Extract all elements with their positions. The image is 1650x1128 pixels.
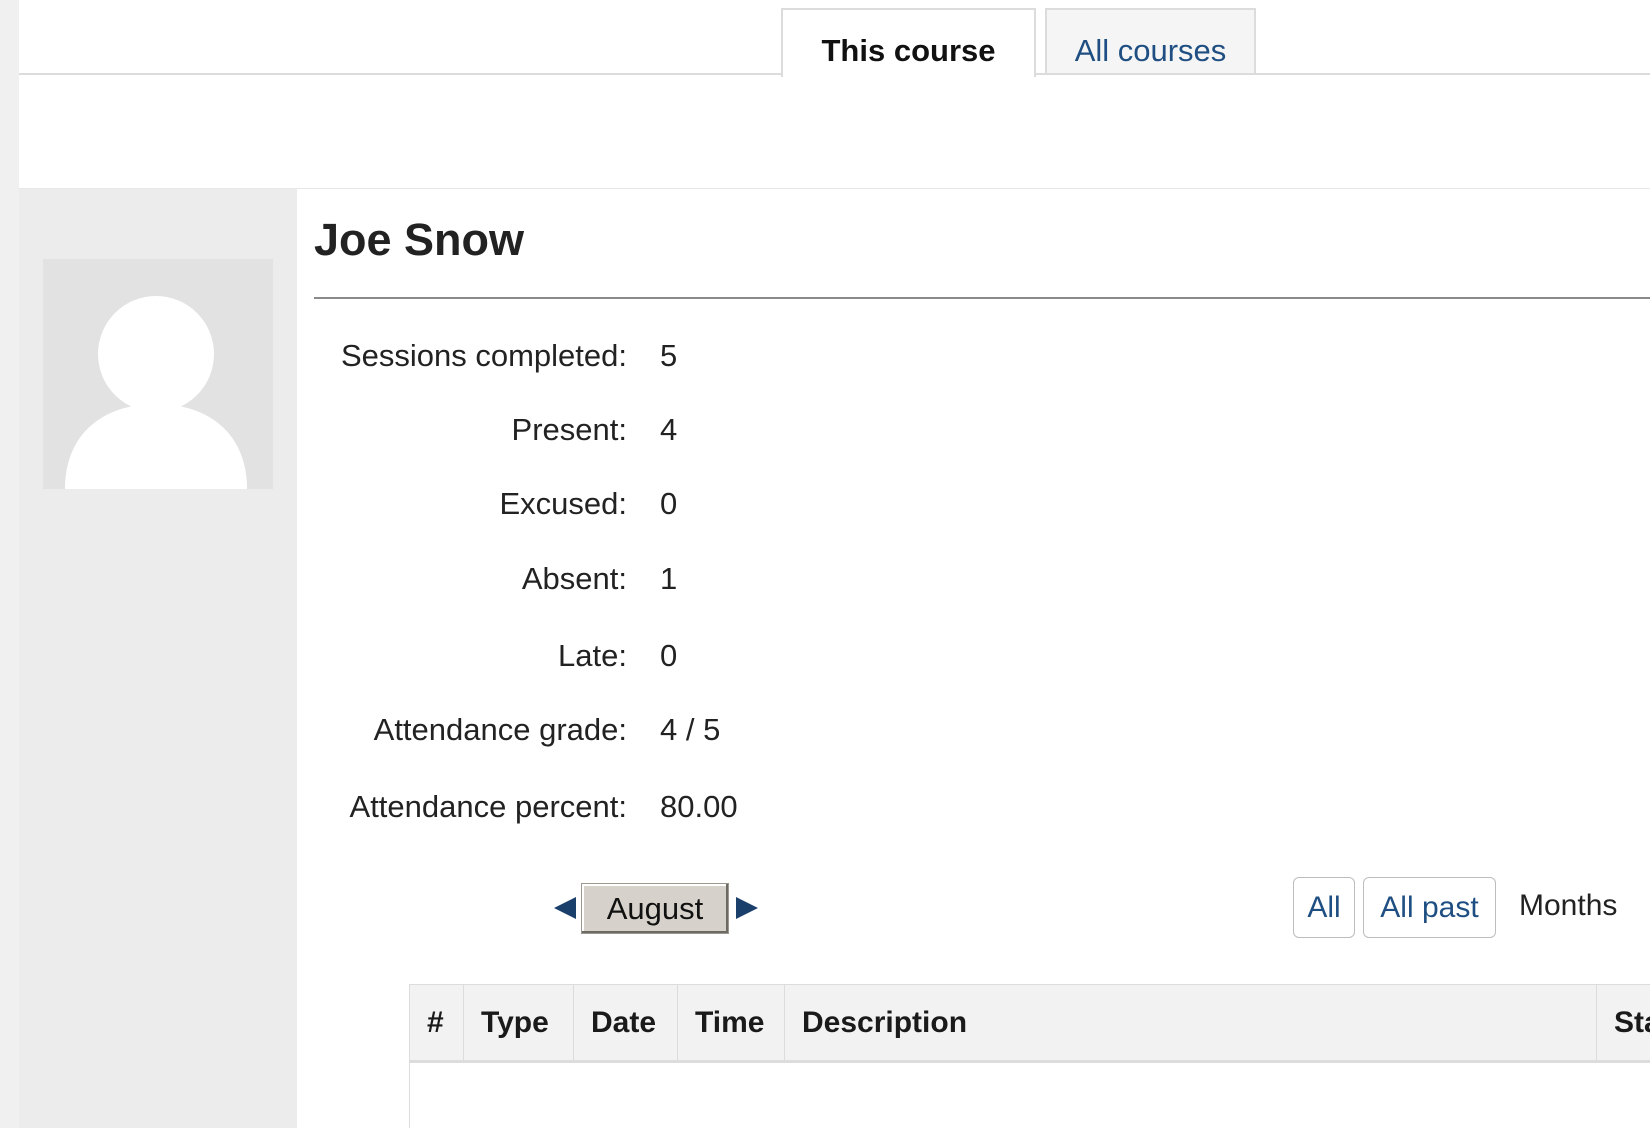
stat-present-label: Present:	[511, 412, 627, 447]
stat-absent-label: Absent:	[521, 561, 627, 596]
stat-excused-label: Excused:	[499, 486, 627, 521]
filter-all-past-button[interactable]: All past	[1363, 877, 1496, 938]
column-header-description[interactable]: Description	[785, 985, 1597, 1060]
page: This course All courses Joe Snow Session…	[19, 0, 1650, 1128]
filter-all-button[interactable]: All	[1293, 877, 1355, 938]
name-divider	[314, 297, 1650, 299]
filter-months-link[interactable]: Months	[1519, 889, 1617, 923]
triangle-right-icon	[736, 897, 758, 919]
sessions-table: # Type Date Time Description Sta	[409, 984, 1650, 1128]
column-header-time[interactable]: Time	[678, 985, 785, 1060]
user-silhouette-icon	[65, 296, 247, 489]
tab-this-course[interactable]: This course	[781, 8, 1036, 77]
stat-late-label: Late:	[558, 638, 627, 673]
stat-sessions-completed-value: 5	[660, 338, 678, 373]
stat-excused-value: 0	[660, 486, 678, 521]
column-header-status[interactable]: Sta	[1597, 985, 1650, 1060]
user-full-name: Joe Snow	[314, 214, 525, 265]
column-header-date[interactable]: Date	[574, 985, 678, 1060]
avatar	[43, 259, 273, 489]
stat-absent-value: 1	[660, 561, 678, 596]
current-month-button[interactable]: August	[581, 883, 729, 934]
stat-attendance-grade-value: 4 / 5	[660, 712, 721, 747]
stat-attendance-percent-label: Attendance percent:	[349, 789, 627, 824]
column-header-type[interactable]: Type	[464, 985, 574, 1060]
column-header-number[interactable]: #	[410, 985, 464, 1060]
user-attendance-panel: Joe Snow Sessions completed: 5 Present: …	[19, 188, 1650, 1128]
stat-sessions-completed-label: Sessions completed:	[340, 338, 627, 373]
triangle-left-icon	[554, 897, 576, 919]
previous-month-button[interactable]	[552, 894, 578, 922]
stat-attendance-percent-value: 80.00	[660, 789, 738, 824]
stat-present-value: 4	[660, 412, 678, 447]
next-month-button[interactable]	[734, 894, 760, 922]
table-header-row: # Type Date Time Description Sta	[410, 985, 1650, 1063]
stat-late-value: 0	[660, 638, 678, 673]
stat-attendance-grade-label: Attendance grade:	[373, 712, 627, 747]
tab-all-courses[interactable]: All courses	[1045, 8, 1256, 73]
